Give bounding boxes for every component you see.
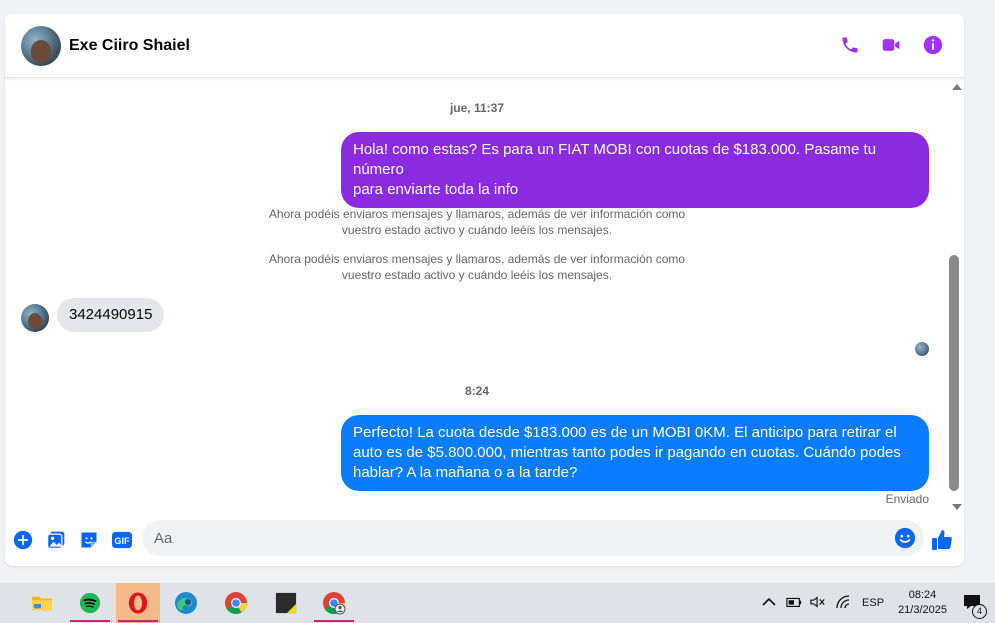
message-line: Hola! como estas? Es para un FIAT MOBI c… (353, 141, 877, 178)
message-line: Perfecto! La cuota desde $183.000 es de … (353, 424, 897, 441)
outgoing-message[interactable]: Perfecto! La cuota desde $183.000 es de … (341, 415, 929, 491)
clock-date: 21/3/2025 (898, 604, 947, 616)
system-note-line: vuestro estado activo y cuándo leéis los… (341, 268, 613, 282)
thumbs-up-icon[interactable] (930, 528, 954, 557)
taskbar-file-explorer[interactable] (20, 583, 64, 623)
active-app-indicator (314, 620, 354, 622)
wifi-icon[interactable] (836, 594, 852, 612)
gif-icon-label: GIF (114, 536, 130, 546)
message-line: auto es de $5.800.000, mientras tanto po… (353, 444, 901, 461)
edge-icon (175, 592, 197, 614)
volume-muted-icon[interactable] (810, 595, 826, 612)
windows-taskbar: ESP 08:24 21/3/2025 4 (0, 583, 995, 623)
contact-name[interactable]: Exe Ciiro Shaiel (69, 37, 190, 55)
video-call-icon[interactable] (880, 35, 902, 55)
message-timestamp: 8:24 (464, 384, 490, 398)
active-app-indicator (70, 620, 110, 622)
taskbar-opera[interactable] (116, 583, 160, 623)
emoji-icon[interactable] (894, 527, 916, 554)
battery-icon[interactable] (786, 595, 802, 612)
sticky-notes-icon (275, 592, 297, 614)
folder-icon (32, 596, 52, 611)
spotify-icon (79, 592, 101, 614)
contact-avatar[interactable] (21, 25, 61, 66)
scroll-up-arrow-icon[interactable] (952, 84, 962, 90)
message-line: hablar? A la mañana o a la tarde? (353, 464, 578, 481)
chat-window: Exe Ciiro Shaiel jue, 11:37 Hola! como e… (5, 14, 964, 566)
system-note-line: Ahora podéis enviaros mensajes y llamaro… (268, 207, 686, 221)
plus-circle-icon[interactable] (12, 529, 34, 551)
gallery-icon[interactable] (45, 529, 67, 551)
notification-count-badge: 4 (972, 603, 987, 619)
language-indicator[interactable]: ESP (862, 597, 884, 609)
system-note: Ahora podéis enviaros mensajes y llamaro… (5, 251, 949, 283)
message-composer: GIF (5, 514, 964, 566)
incoming-message[interactable]: 3424490915 (57, 298, 165, 332)
active-app-indicator (118, 620, 158, 622)
scroll-down-arrow-icon[interactable] (952, 504, 962, 510)
taskbar-chrome-profile[interactable] (312, 583, 356, 623)
message-line: para enviarte toda la info (353, 181, 519, 198)
system-tray: ESP 08:24 21/3/2025 4 (762, 583, 995, 623)
taskbar-sticky-notes[interactable] (264, 583, 308, 623)
taskbar-edge[interactable] (164, 583, 208, 623)
message-input-wrap (142, 520, 924, 556)
chevron-up-icon[interactable] (762, 597, 776, 610)
chrome-profile-icon (323, 592, 346, 615)
scroll-thumb[interactable] (949, 255, 959, 491)
message-scrollbar[interactable] (949, 78, 964, 510)
message-input[interactable] (154, 529, 874, 547)
clock[interactable]: 08:24 21/3/2025 (898, 588, 947, 618)
opera-icon (128, 592, 148, 614)
clock-time: 08:24 (908, 589, 937, 601)
chrome-icon (225, 592, 247, 614)
phone-call-icon[interactable] (840, 35, 860, 55)
taskbar-chrome[interactable] (214, 583, 258, 623)
sticker-icon[interactable] (78, 529, 100, 551)
taskbar-spotify[interactable] (68, 583, 112, 623)
system-note: Ahora podéis enviaros mensajes y llamaro… (5, 206, 949, 238)
chat-header: Exe Ciiro Shaiel (5, 14, 964, 78)
message-timestamp: jue, 11:37 (449, 101, 505, 115)
notification-center-icon[interactable]: 4 (963, 594, 987, 619)
seen-indicator-avatar (915, 342, 929, 356)
gif-icon[interactable]: GIF (111, 529, 133, 551)
header-actions (840, 34, 944, 56)
system-note-line: Ahora podéis enviaros mensajes y llamaro… (268, 252, 686, 266)
contact-avatar-small[interactable] (21, 304, 49, 332)
system-note-line: vuestro estado activo y cuándo leéis los… (341, 223, 613, 237)
outgoing-message[interactable]: Hola! como estas? Es para un FIAT MOBI c… (341, 132, 929, 208)
message-list: jue, 11:37 Hola! como estas? Es para un … (5, 78, 949, 510)
info-icon[interactable] (922, 34, 944, 56)
sent-status: Enviado (885, 492, 929, 506)
